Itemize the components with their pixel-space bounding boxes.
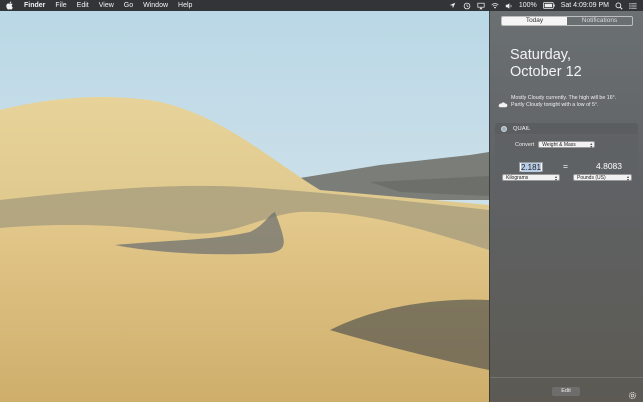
result-value: 4.8083	[596, 161, 622, 171]
quail-widget-title: QUAIL	[513, 125, 531, 132]
nc-bottom-bar: Edit	[490, 377, 643, 402]
select-arrows-icon: ▴ ▾	[554, 174, 557, 182]
tab-today[interactable]: Today	[502, 17, 567, 25]
input-value-text: 2.181	[520, 163, 542, 172]
quail-app-icon	[501, 125, 507, 132]
battery-icon[interactable]	[542, 2, 555, 10]
convert-label: Convert	[515, 141, 535, 148]
menu-file[interactable]: File	[55, 0, 66, 11]
airplay-icon[interactable]	[477, 2, 485, 10]
quail-widget-header[interactable]: QUAIL	[495, 123, 638, 134]
wifi-icon[interactable]	[491, 2, 499, 10]
gear-icon[interactable]	[628, 387, 637, 400]
time-machine-icon[interactable]	[463, 2, 471, 10]
edit-button[interactable]: Edit	[552, 387, 580, 396]
volume-icon[interactable]	[505, 2, 513, 10]
from-unit-value: Kilograms	[506, 175, 529, 181]
weather-line-current: Mostly Cloudy currently. The high will b…	[511, 95, 617, 101]
notification-center-panel: Today Notifications Saturday, October 12…	[489, 11, 643, 402]
equals-sign: =	[563, 161, 568, 171]
menu-app-finder[interactable]: Finder	[24, 0, 45, 11]
battery-percentage: 100%	[518, 2, 537, 9]
cloud-icon	[498, 95, 508, 113]
spotlight-search-icon[interactable]	[615, 2, 623, 10]
today-date: Saturday, October 12	[510, 47, 582, 81]
quail-widget: Convert Weight & Mass ▴ ▾ 2.181 = 4.8083 …	[495, 134, 638, 199]
notification-center-icon[interactable]	[629, 2, 637, 10]
location-arrow-icon[interactable]	[449, 2, 457, 10]
to-unit-select[interactable]: Pounds (US) ▴ ▾	[573, 174, 632, 182]
value-row: 2.181 = 4.8083	[495, 161, 638, 173]
convert-row: Convert Weight & Mass ▴ ▾	[515, 141, 596, 149]
menu-bar: Finder File Edit View Go Window Help 100…	[0, 0, 643, 11]
tab-notifications[interactable]: Notifications	[567, 17, 632, 25]
select-arrows-icon: ▴ ▾	[626, 174, 629, 182]
to-unit-value: Pounds (US)	[577, 175, 606, 181]
weather-summary: Mostly Cloudy currently. The high will b…	[498, 95, 638, 113]
menu-window[interactable]: Window	[143, 0, 168, 11]
from-unit-select[interactable]: Kilograms ▴ ▾	[502, 174, 560, 182]
menubar-clock[interactable]: Sat 4:09:09 PM	[561, 0, 609, 11]
apple-menu-icon[interactable]	[6, 0, 15, 11]
input-value-field[interactable]: 2.181	[519, 162, 543, 172]
select-arrows-icon: ▴ ▾	[590, 141, 593, 149]
nc-tab-control: Today Notifications	[501, 16, 633, 26]
menu-go[interactable]: Go	[124, 0, 133, 11]
unit-row: Kilograms ▴ ▾ Pounds (US) ▴ ▾	[495, 174, 638, 182]
menu-edit[interactable]: Edit	[77, 0, 89, 11]
date-month-day: October 12	[510, 64, 582, 80]
menu-help[interactable]: Help	[178, 0, 192, 11]
menu-view[interactable]: View	[99, 0, 114, 11]
conversion-type-select[interactable]: Weight & Mass ▴ ▾	[538, 141, 596, 149]
weather-line-tonight: Partly Cloudy tonight with a low of 5°.	[511, 102, 599, 109]
conversion-type-value: Weight & Mass	[542, 142, 576, 148]
date-weekday: Saturday,	[510, 47, 571, 63]
